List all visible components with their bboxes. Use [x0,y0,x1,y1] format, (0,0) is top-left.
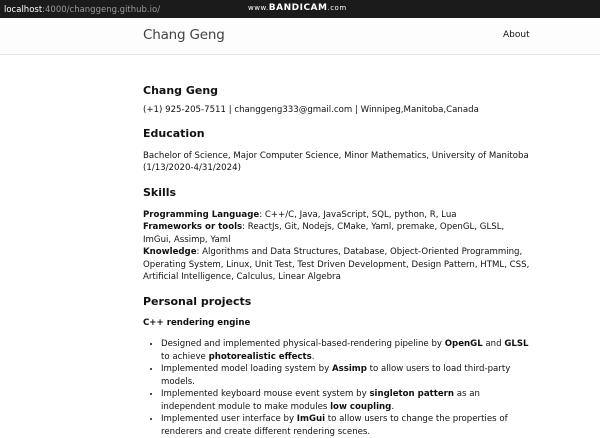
list-item: Implemented model loading system by Assi… [161,363,533,388]
bullet-text: Designed and implemented physical-based-… [161,339,445,349]
bullet-bold: photorealistic effects [208,351,312,362]
education-text: Bachelor of Science, Major Computer Scie… [143,150,529,174]
skills-label: Programming Language [143,209,260,220]
site-title-link[interactable]: Chang Geng [143,27,225,43]
bullet-text: and [482,339,505,349]
address-bar[interactable]: localhost:4000/changgeng.github.io/ [4,4,160,15]
skills-heading: Skills [143,185,177,199]
bullet-bold: GLSL [504,339,529,349]
skills-programming: Programming Language: C++/C, Java, JavaS… [143,209,533,222]
project-title: C++ rendering engine [143,317,251,328]
skills-value: : Algorithms and Data Structures, Databa… [143,247,530,282]
bullet-text: Implemented user interface by [161,414,297,424]
resume-content: Chang Geng (+1) 925-205-7511 | changgeng… [143,84,533,438]
bullet-text: to achieve [161,351,209,362]
bullet-bold: low coupling [330,401,392,412]
bullet-bold: Assimp [331,364,367,374]
bullet-text: . [311,351,315,362]
profile-name: Chang Geng [143,84,219,97]
education-heading: Education [143,126,205,140]
watermark-brand: BANDICAM [268,3,328,13]
screen-recorder-bar: localhost:4000/changgeng.github.io/ www.… [0,0,600,18]
skills-frameworks: Frameworks or tools: ReactJs, Git, Nodej… [143,221,533,246]
bullet-text: . [391,401,395,412]
list-item: Designed and implemented physical-based-… [161,338,533,363]
bullet-text: Implemented keyboard mouse event system … [161,389,370,399]
project-bullets: Designed and implemented physical-based-… [143,338,533,438]
bullet-bold: ImGui [296,414,326,424]
url-host: localhost [4,4,43,15]
watermark-suffix: .com [327,4,347,12]
list-item: Implemented user interface by ImGui to a… [161,413,533,438]
skills-value: : C++/C, Java, JavaScript, SQL, python, … [259,209,457,220]
nav-about-link[interactable]: About [503,30,530,40]
watermark-prefix: www. [248,4,269,12]
url-path: :4000/changgeng.github.io/ [42,4,161,15]
projects-heading: Personal projects [143,294,252,308]
skills-label: Knowledge [143,247,197,257]
skills-label: Frameworks or tools [143,222,243,232]
bullet-bold: OpenGL [444,339,483,349]
bandicam-watermark: www.BANDICAM.com [248,3,347,13]
skills-knowledge: Knowledge: Algorithms and Data Structure… [143,246,533,284]
contact-line: (+1) 925-205-7511 | changgeng333@gmail.c… [143,105,479,115]
bullet-text: Implemented model loading system by [161,364,332,374]
bullet-bold: singleton pattern [369,389,455,399]
site-header: Chang Geng About [0,18,600,55]
list-item: Implemented keyboard mouse event system … [161,388,533,413]
